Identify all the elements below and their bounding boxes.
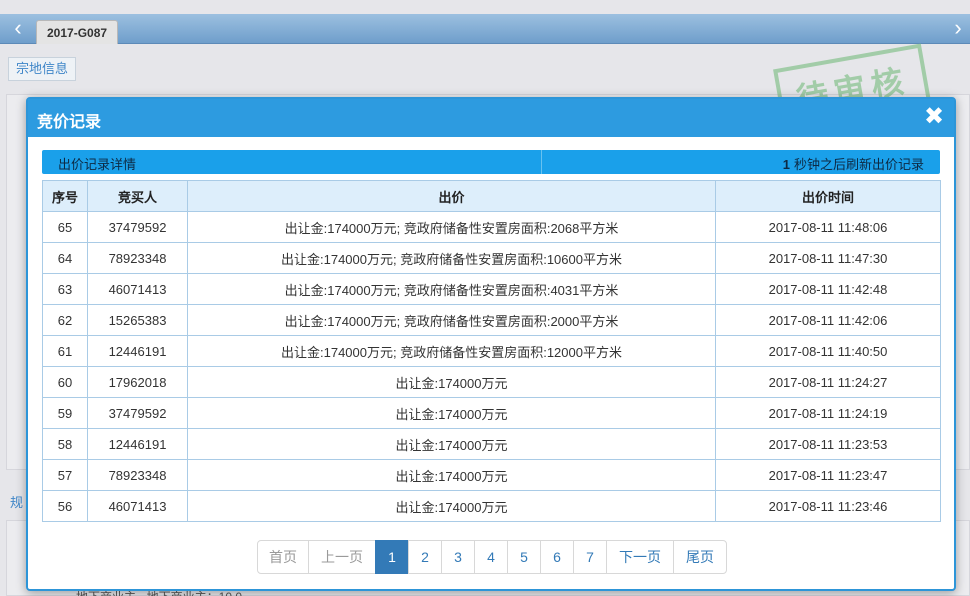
seq-cell: 62	[42, 304, 88, 336]
bidder-cell: 78923348	[87, 242, 188, 274]
bidder-cell: 12446191	[87, 335, 188, 367]
bid-time-cell: 2017-08-11 11:24:19	[715, 397, 941, 429]
pagination: 首页 上一页 1 2 3 4 5 6 7 下一页 尾页	[257, 540, 727, 574]
table-row: 59 37479592 出让金:174000万元 2017-08-11 11:24:1…	[42, 397, 941, 429]
bidder-cell: 46071413	[87, 490, 188, 522]
seq-cell: 64	[42, 242, 88, 274]
bidder-cell: 46071413	[87, 273, 188, 305]
bid-time-cell: 2017-08-11 11:23:53	[715, 428, 941, 460]
table-row: 61 12446191 出让金:174000万元; 竞政府储备性安置房面积:1200…	[42, 335, 941, 367]
bid-time-cell: 2017-08-11 11:47:30	[715, 242, 941, 274]
bid-records-dialog: 竞价记录 ✖ 出价记录详情 1 秒钟之后刷新出价记录 序号 竞买人 出价 出价时间…	[26, 97, 956, 591]
bid-cell: 出让金:174000万元	[187, 490, 716, 522]
bidder-cell: 37479592	[87, 211, 188, 243]
seq-cell: 57	[42, 459, 88, 491]
column-header-bid: 出价	[187, 180, 716, 212]
bid-cell: 出让金:174000万元	[187, 366, 716, 398]
last-page-button[interactable]: 尾页	[673, 540, 727, 574]
bid-cell: 出让金:174000万元; 竞政府储备性安置房面积:2000平方米	[187, 304, 716, 336]
prev-page-button[interactable]: 上一页	[308, 540, 376, 574]
refresh-text: 秒钟之后刷新出价记录	[793, 157, 924, 172]
bid-cell: 出让金:174000万元; 竞政府储备性安置房面积:2068平方米	[187, 211, 716, 243]
background-section-label: 规	[10, 495, 24, 510]
dialog-header: 竞价记录 ✖	[28, 99, 954, 137]
bid-cell: 出让金:174000万元	[187, 459, 716, 491]
parcel-info-button[interactable]: 宗地信息	[8, 57, 77, 81]
bid-time-cell: 2017-08-11 11:42:48	[715, 273, 941, 305]
bid-time-cell: 2017-08-11 11:40:50	[715, 335, 941, 367]
dialog-title: 竞价记录	[37, 114, 102, 131]
table-row: 60 17962018 出让金:174000万元 2017-08-11 11:24:2…	[42, 366, 941, 398]
bid-cell: 出让金:174000万元; 竞政府储备性安置房面积:10600平方米	[187, 242, 716, 274]
bidder-cell: 78923348	[87, 459, 188, 491]
page-4-button[interactable]: 4	[474, 540, 508, 574]
bid-time-cell: 2017-08-11 11:23:47	[715, 459, 941, 491]
seq-cell: 58	[42, 428, 88, 460]
seq-cell: 63	[42, 273, 88, 305]
bid-cell: 出让金:174000万元	[187, 397, 716, 429]
bid-time-cell: 2017-08-11 11:42:06	[715, 304, 941, 336]
table-row: 56 46071413 出让金:174000万元 2017-08-11 11:23:4…	[42, 490, 941, 522]
bid-time-cell: 2017-08-11 11:23:46	[715, 490, 941, 522]
records-detail-label: 出价记录详情	[58, 157, 137, 172]
bid-cell: 出让金:174000万元; 竞政府储备性安置房面积:12000平方米	[187, 335, 716, 367]
bid-cell: 出让金:174000万元; 竞政府储备性安置房面积:4031平方米	[187, 273, 716, 305]
table-row: 63 46071413 出让金:174000万元; 竞政府储备性安置房面积:4031…	[42, 273, 941, 305]
page-6-button[interactable]: 6	[540, 540, 574, 574]
seq-cell: 59	[42, 397, 88, 429]
bidder-cell: 37479592	[87, 397, 188, 429]
close-icon[interactable]: ✖	[922, 103, 946, 131]
page-5-button[interactable]: 5	[507, 540, 541, 574]
next-page-button[interactable]: 下一页	[606, 540, 674, 574]
bid-time-cell: 2017-08-11 11:24:27	[715, 366, 941, 398]
bidder-cell: 12446191	[87, 428, 188, 460]
bid-time-cell: 2017-08-11 11:48:06	[715, 211, 941, 243]
seq-cell: 65	[42, 211, 88, 243]
seq-cell: 61	[42, 335, 88, 367]
chevron-right-icon[interactable]: ›	[946, 14, 970, 44]
table-row: 64 78923348 出让金:174000万元; 竞政府储备性安置房面积:1060…	[42, 242, 941, 274]
table-row: 57 78923348 出让金:174000万元 2017-08-11 11:23:4…	[42, 459, 941, 491]
page-2-button[interactable]: 2	[408, 540, 442, 574]
bid-cell: 出让金:174000万元	[187, 428, 716, 460]
records-info-bar: 出价记录详情 1 秒钟之后刷新出价记录	[42, 150, 940, 174]
column-header-bidder: 竞买人	[87, 180, 188, 212]
table-row: 62 15265383 出让金:174000万元; 竞政府储备性安置房面积:2000…	[42, 304, 941, 336]
info-divider	[541, 150, 542, 174]
table-row: 58 12446191 出让金:174000万元 2017-08-11 11:23:5…	[42, 428, 941, 460]
column-header-seq: 序号	[42, 180, 88, 212]
page-3-button[interactable]: 3	[441, 540, 475, 574]
bid-records-table: 序号 竞买人 出价 出价时间 65 37479592 出让金:174000万元; 竞…	[42, 180, 941, 522]
tab-bar: ‹ 2017-G087 ›	[0, 14, 970, 44]
refresh-count: 1	[782, 157, 790, 172]
chevron-left-icon[interactable]: ‹	[6, 14, 30, 44]
table-row: 65 37479592 出让金:174000万元; 竞政府储备性安置房面积:2068…	[42, 211, 941, 243]
refresh-countdown: 1 秒钟之后刷新出价记录	[783, 154, 924, 173]
first-page-button[interactable]: 首页	[257, 540, 309, 574]
page-7-button[interactable]: 7	[573, 540, 607, 574]
bidder-cell: 15265383	[87, 304, 188, 336]
column-header-bid-time: 出价时间	[715, 180, 941, 212]
bidder-cell: 17962018	[87, 366, 188, 398]
table-header-row: 序号 竞买人 出价 出价时间	[42, 180, 941, 212]
tab-2017-g087[interactable]: 2017-G087	[36, 20, 119, 44]
seq-cell: 60	[42, 366, 88, 398]
page-1-button[interactable]: 1	[375, 540, 409, 574]
seq-cell: 56	[42, 490, 88, 522]
